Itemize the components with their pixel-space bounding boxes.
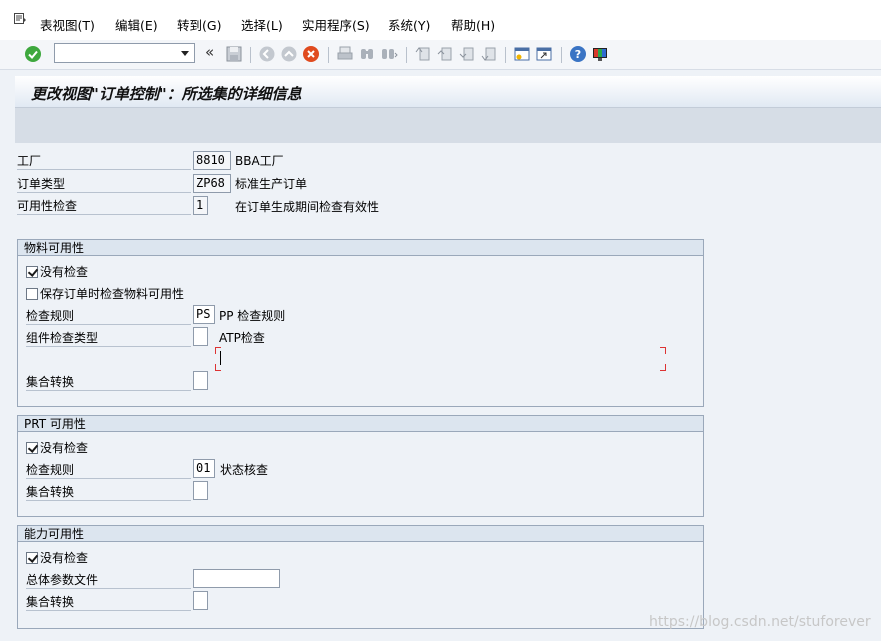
standard-toolbar: « ?: [0, 40, 881, 70]
checkbox-label: 保存订单时检查物料可用性: [40, 287, 185, 301]
prt-checking-rule-label: 检查规则: [26, 461, 191, 479]
menu-selection[interactable]: 选择(L): [241, 15, 283, 34]
last-page-icon[interactable]: [480, 45, 498, 63]
menu-table-view[interactable]: 表视图(T): [40, 15, 95, 34]
menu-goto[interactable]: 转到(G): [177, 15, 221, 34]
back-icon[interactable]: [258, 45, 276, 63]
prt-no-check-checkbox[interactable]: 没有检查: [26, 439, 88, 457]
find-next-icon[interactable]: [380, 45, 398, 63]
selection-bracket-bottom-right: [660, 364, 666, 371]
shortcut-icon[interactable]: [535, 45, 553, 63]
previous-page-icon[interactable]: [436, 45, 454, 63]
material-no-check-checkbox[interactable]: 没有检查: [26, 263, 88, 281]
menu-system[interactable]: 系统(Y): [388, 15, 430, 34]
save-order-check-checkbox[interactable]: 保存订单时检查物料可用性: [26, 285, 184, 303]
component-check-type-description: ATP检查: [219, 331, 265, 345]
checkbox-icon[interactable]: [26, 551, 38, 564]
component-check-type-label: 组件检查类型: [26, 329, 191, 347]
help-icon[interactable]: ?: [569, 45, 587, 63]
availability-check-field[interactable]: 1: [193, 196, 208, 215]
capacity-collective-conversion-field[interactable]: [193, 591, 208, 610]
overall-profile-field[interactable]: [193, 569, 280, 588]
prt-checking-rule-field[interactable]: 01: [193, 459, 215, 478]
overall-profile-label: 总体参数文件: [26, 571, 191, 589]
plant-label: 工厂: [17, 152, 191, 170]
checking-rule-label: 检查规则: [26, 307, 191, 325]
availability-check-label: 可用性检查: [17, 197, 191, 215]
back-chevron-icon[interactable]: «: [205, 43, 214, 61]
checkbox-icon[interactable]: [26, 265, 38, 278]
exit-icon[interactable]: [280, 45, 298, 63]
checkbox-label: 没有检查: [40, 551, 89, 565]
text-cursor: [220, 351, 221, 365]
selection-bracket-top-right: [660, 347, 666, 354]
page-title: 更改视图"订单控制"：所选集的详细信息: [31, 85, 302, 103]
checkbox-icon[interactable]: [26, 441, 38, 454]
group-title: 能力可用性: [18, 526, 703, 542]
find-icon[interactable]: [358, 45, 376, 63]
capacity-no-check-checkbox[interactable]: 没有检查: [26, 549, 88, 567]
menu-edit[interactable]: 编辑(E): [115, 15, 158, 34]
prt-collective-conversion-label: 集合转换: [26, 483, 191, 501]
customize-layout-icon[interactable]: [591, 45, 609, 63]
plant-description: BBA工厂: [235, 154, 284, 168]
svg-text:?: ?: [575, 48, 581, 61]
checkbox-label: 没有检查: [40, 265, 89, 279]
first-page-icon[interactable]: [414, 45, 432, 63]
capacity-collective-conversion-label: 集合转换: [26, 593, 191, 611]
collective-conversion-field[interactable]: [193, 371, 208, 390]
availability-check-description: 在订单生成期间检查有效性: [235, 200, 380, 214]
enter-icon[interactable]: [24, 45, 42, 63]
create-session-icon[interactable]: [513, 45, 531, 63]
plant-field[interactable]: 8810: [193, 151, 231, 170]
menu-help[interactable]: 帮助(H): [451, 15, 495, 34]
cancel-icon[interactable]: [302, 45, 320, 63]
command-field[interactable]: [54, 43, 195, 63]
selection-bracket-bottom-left: [215, 364, 221, 371]
chevron-down-icon[interactable]: [181, 51, 189, 56]
checkbox-icon[interactable]: [26, 287, 38, 300]
order-type-label: 订单类型: [17, 175, 191, 193]
order-type-description: 标准生产订单: [235, 177, 308, 191]
checking-rule-field[interactable]: PS: [193, 305, 215, 324]
next-page-icon[interactable]: [458, 45, 476, 63]
menu-utilities[interactable]: 实用程序(S): [302, 15, 370, 34]
system-menu-icon[interactable]: [14, 13, 27, 25]
collective-conversion-label: 集合转换: [26, 373, 191, 391]
component-check-type-field[interactable]: [193, 327, 208, 346]
screen-title-bar: 更改视图"订单控制"：所选集的详细信息: [15, 76, 881, 108]
application-toolbar: [15, 108, 881, 143]
prt-collective-conversion-field[interactable]: [193, 481, 208, 500]
group-title: PRT 可用性: [18, 416, 703, 432]
menu-bar: 表视图(T) 编辑(E) 转到(G) 选择(L) 实用程序(S) 系统(Y) 帮…: [0, 0, 881, 40]
watermark: https://blog.csdn.net/stuforever: [649, 614, 871, 630]
checkbox-label: 没有检查: [40, 441, 89, 455]
order-type-field[interactable]: ZP68: [193, 174, 231, 193]
save-icon[interactable]: [225, 45, 243, 63]
prt-checking-rule-description: 状态核查: [220, 463, 269, 477]
group-title: 物料可用性: [18, 240, 703, 256]
command-input[interactable]: [58, 45, 176, 61]
print-icon[interactable]: [336, 45, 354, 63]
checking-rule-description: PP 检查规则: [219, 309, 286, 323]
